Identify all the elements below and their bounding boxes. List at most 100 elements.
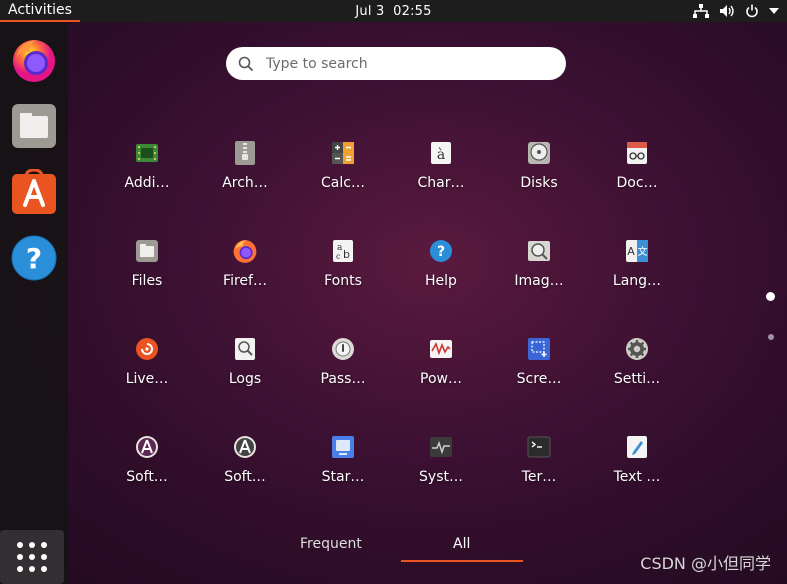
activities-label: Activities xyxy=(8,2,72,18)
app-label: Pow… xyxy=(420,371,462,387)
startup-disk-icon xyxy=(330,434,356,460)
volume-icon xyxy=(719,4,735,18)
app-settings[interactable]: Setti… xyxy=(588,326,686,424)
app-grid-icon xyxy=(17,542,47,572)
clock-time: 02:55 xyxy=(393,3,432,19)
software-properties-icon xyxy=(232,434,258,460)
show-applications-button[interactable] xyxy=(0,530,64,584)
software-icon xyxy=(12,169,56,214)
dock-files[interactable] xyxy=(6,98,62,154)
app-label: Live… xyxy=(125,371,169,387)
app-screenshot[interactable]: Scre… xyxy=(490,326,588,424)
app-label: Soft… xyxy=(126,469,168,485)
svg-text:?: ? xyxy=(26,242,42,275)
app-terminal[interactable]: Ter… xyxy=(490,424,588,522)
app-label: Files xyxy=(131,273,163,289)
livepatch-icon xyxy=(134,336,160,362)
app-passwords[interactable]: Pass… xyxy=(294,326,392,424)
activities-button[interactable]: Activities xyxy=(0,0,80,22)
page-indicator-2[interactable] xyxy=(768,334,774,340)
app-calculator[interactable]: Calc… xyxy=(294,130,392,228)
app-label: Logs xyxy=(228,371,262,387)
app-archive-manager[interactable]: Arch… xyxy=(196,130,294,228)
clock[interactable]: Jul 3 02:55 xyxy=(355,4,431,19)
app-software-properties[interactable]: Soft… xyxy=(196,424,294,522)
app-label: Calc… xyxy=(321,175,365,191)
app-label: Pass… xyxy=(320,371,366,387)
system-tray[interactable] xyxy=(693,0,779,22)
app-label: Addi… xyxy=(124,175,170,191)
tab-all[interactable]: All xyxy=(453,536,470,552)
power-statistics-icon xyxy=(428,336,454,362)
app-language-support[interactable]: A文 Lang… xyxy=(588,228,686,326)
svg-text:à: à xyxy=(437,146,445,163)
svg-text:A: A xyxy=(627,245,635,258)
language-icon: A文 xyxy=(624,238,650,264)
dock: ? xyxy=(0,22,68,584)
text-editor-icon xyxy=(624,434,650,460)
logs-icon xyxy=(232,336,258,362)
search-input[interactable] xyxy=(264,54,548,73)
app-startup-disk-creator[interactable]: Star… xyxy=(294,424,392,522)
app-document-viewer[interactable]: Doc… xyxy=(588,130,686,228)
svg-text:?: ? xyxy=(437,244,445,260)
app-label: Arch… xyxy=(222,175,268,191)
gear-icon xyxy=(624,336,650,362)
chip-icon xyxy=(134,140,160,166)
dock-firefox[interactable] xyxy=(6,32,62,88)
app-label: Syst… xyxy=(419,469,463,485)
software-updater-icon xyxy=(134,434,160,460)
app-characters[interactable]: à Char… xyxy=(392,130,490,228)
search-icon xyxy=(238,56,254,71)
svg-text:c: c xyxy=(336,252,341,261)
app-software-updater[interactable]: Soft… xyxy=(98,424,196,522)
screenshot-icon xyxy=(526,336,552,362)
app-disks[interactable]: Disks xyxy=(490,130,588,228)
app-help[interactable]: ? Help xyxy=(392,228,490,326)
characters-icon: à xyxy=(428,140,454,166)
app-label: Lang… xyxy=(612,273,662,289)
search-bar[interactable] xyxy=(226,47,566,80)
app-label: Disks xyxy=(520,175,558,191)
chevron-down-icon xyxy=(769,7,779,15)
top-bar: Activities Jul 3 02:55 xyxy=(0,0,787,22)
app-fonts[interactable]: abc Fonts xyxy=(294,228,392,326)
app-files[interactable]: Files xyxy=(98,228,196,326)
calculator-icon xyxy=(330,140,356,166)
app-text-editor[interactable]: Text … xyxy=(588,424,686,522)
app-firefox[interactable]: Firef… xyxy=(196,228,294,326)
app-label: Firef… xyxy=(223,273,267,289)
app-additional-drivers[interactable]: Addi… xyxy=(98,130,196,228)
app-label: Imag… xyxy=(514,273,564,289)
app-label: Star… xyxy=(321,469,365,485)
network-icon xyxy=(693,4,709,18)
app-livepatch[interactable]: Live… xyxy=(98,326,196,424)
image-viewer-icon xyxy=(526,238,552,264)
page-indicator-1[interactable] xyxy=(766,292,775,301)
firefox-icon xyxy=(13,40,55,82)
app-label: Ter… xyxy=(521,469,557,485)
help-icon: ? xyxy=(11,235,57,281)
firefox-icon xyxy=(232,238,258,264)
disks-icon xyxy=(526,140,552,166)
app-label: Soft… xyxy=(224,469,266,485)
app-logs[interactable]: Logs xyxy=(196,326,294,424)
active-tab-indicator xyxy=(401,560,523,562)
app-system-monitor[interactable]: Syst… xyxy=(392,424,490,522)
document-viewer-icon xyxy=(624,140,650,166)
app-label: Text … xyxy=(613,469,661,485)
help-icon: ? xyxy=(428,238,454,264)
app-image-viewer[interactable]: Imag… xyxy=(490,228,588,326)
dock-software[interactable] xyxy=(6,164,62,220)
watermark: CSDN @小但同学 xyxy=(640,554,771,573)
dock-help[interactable]: ? xyxy=(6,230,62,286)
svg-text:b: b xyxy=(343,248,350,261)
clock-date: Jul 3 xyxy=(355,3,385,19)
app-grid: Addi… Arch… Calc… à Char… Disks Doc… Fil… xyxy=(98,130,686,522)
archive-icon xyxy=(232,140,258,166)
app-label: Char… xyxy=(417,175,465,191)
app-power-statistics[interactable]: Pow… xyxy=(392,326,490,424)
app-label: Help xyxy=(425,273,457,289)
app-label: Setti… xyxy=(613,371,661,387)
tab-frequent[interactable]: Frequent xyxy=(300,536,362,552)
